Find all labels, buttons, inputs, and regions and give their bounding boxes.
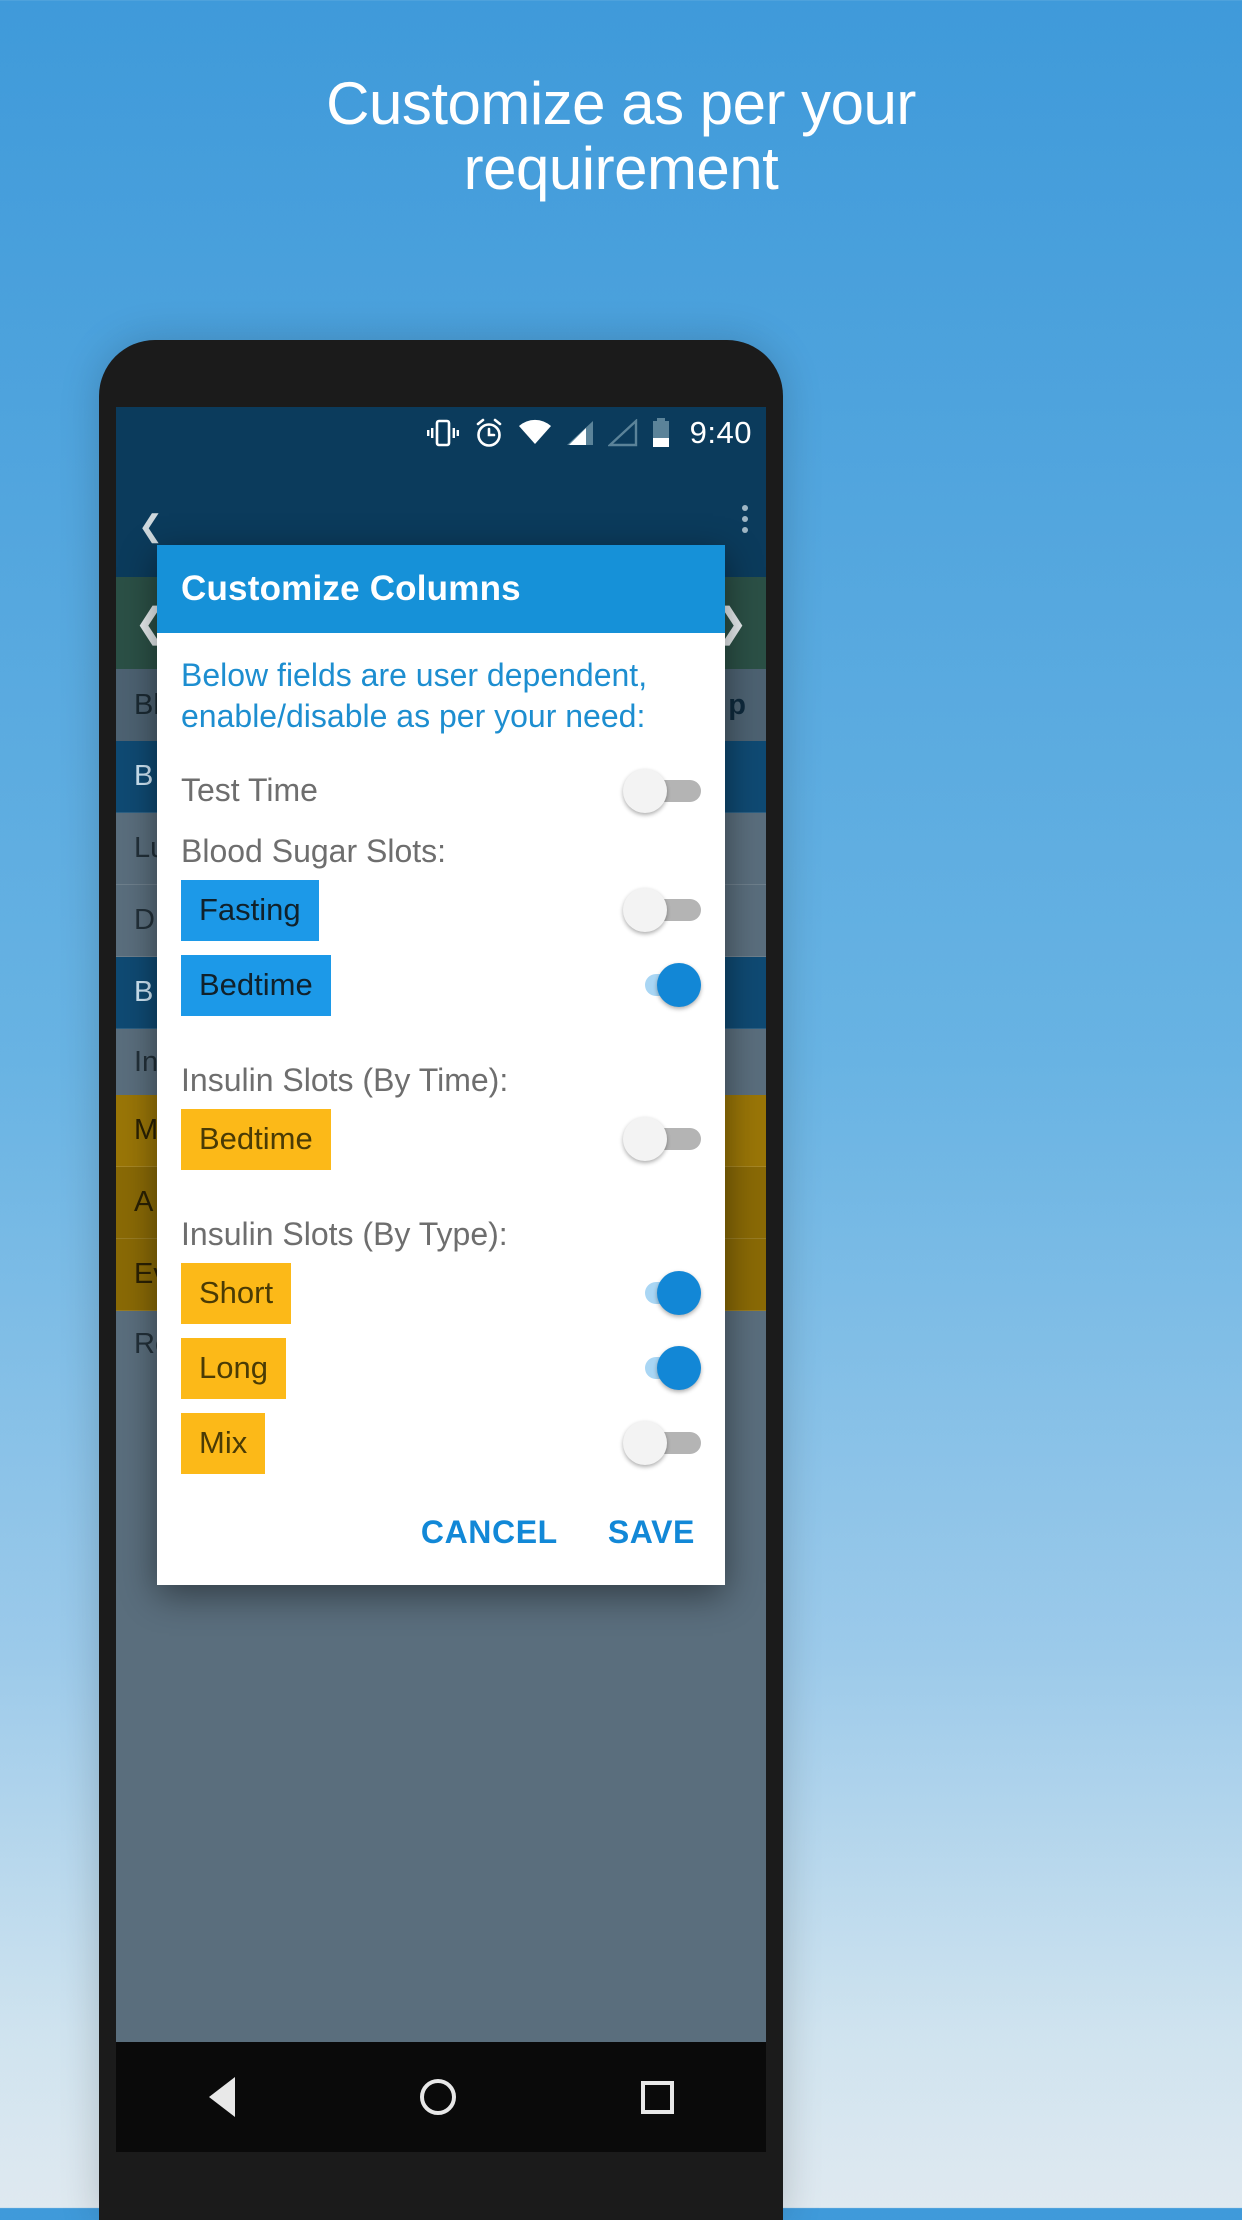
chip-fasting[interactable]: Fasting xyxy=(181,879,319,941)
toggle-thumb xyxy=(657,963,701,1008)
alarm-icon xyxy=(476,418,501,447)
dialog-description: Below fields are user dependent, enable/… xyxy=(181,657,648,734)
row-insulin-type-mix[interactable]: Mix xyxy=(181,1412,701,1474)
row-insulin-time-bedtime[interactable]: Bedtime xyxy=(181,1108,701,1170)
toggle-thumb xyxy=(657,1271,701,1316)
dialog-actions: CANCEL SAVE xyxy=(157,1488,725,1585)
toggle-insulin-type-mix[interactable] xyxy=(623,1421,701,1466)
toggle-thumb xyxy=(623,888,667,933)
save-button[interactable]: SAVE xyxy=(608,1514,695,1551)
recents-icon[interactable] xyxy=(640,2080,674,2114)
battery-icon xyxy=(652,418,669,447)
section-label-blood-sugar: Blood Sugar Slots: xyxy=(181,832,447,869)
headline-line-2: requirement xyxy=(463,134,779,202)
chip-short[interactable]: Short xyxy=(181,1262,292,1324)
promo-headline: Customize as per your requirement xyxy=(0,70,1242,202)
status-bar: 9:40 xyxy=(116,407,766,459)
toggle-blood-sugar-fasting[interactable] xyxy=(623,888,701,933)
signal-empty-icon xyxy=(607,419,637,447)
chip-mix[interactable]: Mix xyxy=(181,1412,266,1474)
dialog-title: Customize Columns xyxy=(157,545,725,633)
phone-mockup: 9:40 ❮ ❮ ❯ Bl p B Lu D B Ins M A Ev Re C… xyxy=(99,340,783,2220)
cancel-button[interactable]: CANCEL xyxy=(421,1514,558,1551)
chip-bedtime-blood-sugar[interactable]: Bedtime xyxy=(181,954,331,1016)
overflow-menu-icon[interactable] xyxy=(742,505,748,538)
toggle-insulin-type-short[interactable] xyxy=(623,1271,701,1316)
wifi-icon xyxy=(518,419,551,444)
customize-columns-dialog: Customize Columns Below fields are user … xyxy=(157,545,725,1585)
status-bar-clock: 9:40 xyxy=(689,415,752,450)
chip-bedtime-insulin[interactable]: Bedtime xyxy=(181,1108,331,1170)
label-test-time: Test Time xyxy=(181,772,318,809)
row-blood-sugar-fasting[interactable]: Fasting xyxy=(181,879,701,941)
signal-icon xyxy=(566,421,593,445)
section-label-insulin-by-type: Insulin Slots (By Type): xyxy=(181,1215,508,1252)
toggle-thumb xyxy=(623,1117,667,1162)
section-label-insulin-by-time: Insulin Slots (By Time): xyxy=(181,1061,509,1098)
dialog-body: Below fields are user dependent, enable/… xyxy=(157,633,725,1474)
android-navigation-bar xyxy=(116,2042,766,2152)
toggle-test-time[interactable] xyxy=(623,768,701,813)
row-insulin-type-long[interactable]: Long xyxy=(181,1337,701,1399)
toggle-insulin-time-bedtime[interactable] xyxy=(623,1117,701,1162)
table-header-right: p xyxy=(728,688,746,721)
row-insulin-type-short[interactable]: Short xyxy=(181,1262,701,1324)
toggle-insulin-type-long[interactable] xyxy=(623,1346,701,1391)
row-test-time[interactable]: Test Time xyxy=(181,763,701,819)
phone-bottom-bezel xyxy=(99,2152,783,2220)
vibrate-icon xyxy=(426,419,459,447)
toggle-thumb xyxy=(657,1346,701,1391)
chip-long[interactable]: Long xyxy=(181,1337,286,1399)
phone-screen: 9:40 ❮ ❮ ❯ Bl p B Lu D B Ins M A Ev Re C… xyxy=(116,407,766,2152)
home-icon[interactable] xyxy=(419,2079,456,2115)
back-icon[interactable] xyxy=(208,2077,235,2117)
headline-line-1: Customize as per your xyxy=(326,70,916,137)
row-blood-sugar-bedtime[interactable]: Bedtime xyxy=(181,954,701,1016)
table-header-left: Bl xyxy=(134,688,160,721)
toggle-blood-sugar-bedtime[interactable] xyxy=(623,963,701,1008)
toggle-thumb xyxy=(623,768,667,813)
back-arrow-icon[interactable]: ❮ xyxy=(138,509,163,544)
toggle-thumb xyxy=(623,1421,667,1466)
